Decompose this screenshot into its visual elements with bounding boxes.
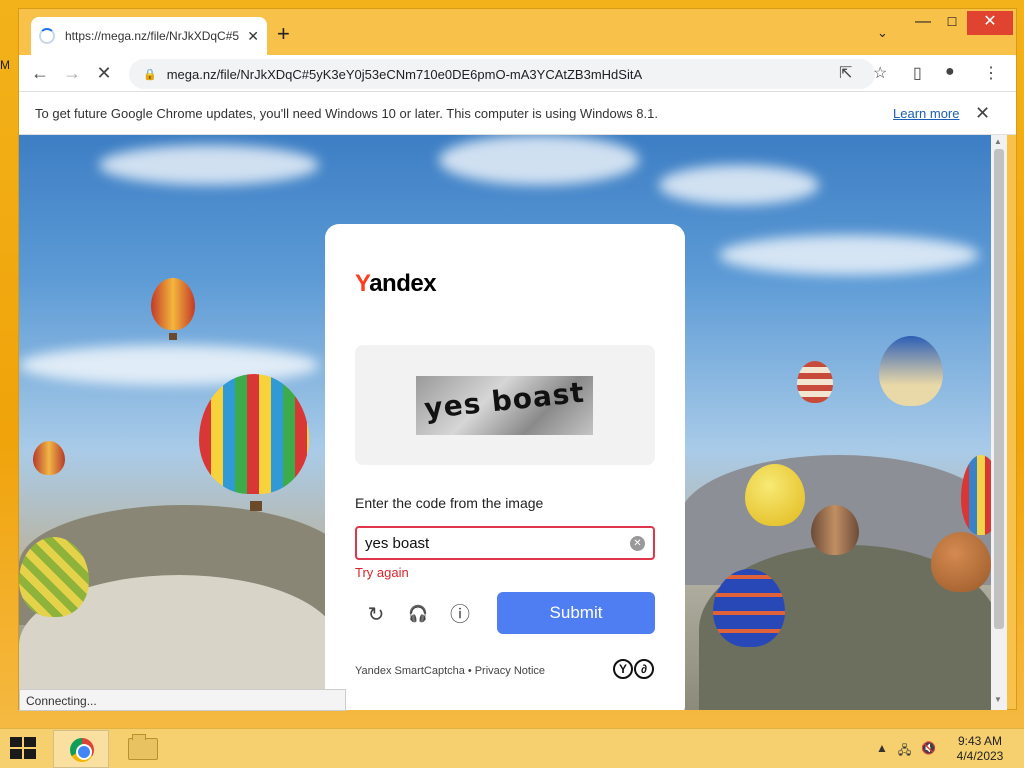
captcha-image-text: yes boast (422, 375, 587, 426)
clock-time: 9:43 AM (957, 734, 1003, 748)
tab-search-icon[interactable]: ⌄ (877, 25, 888, 41)
update-infobar: To get future Google Chrome updates, you… (19, 91, 1016, 135)
captcha-error-message: Try again (355, 565, 409, 580)
captcha-image-container: yes boast (355, 345, 655, 465)
scroll-down-arrow-icon[interactable]: ▼ (994, 695, 1002, 704)
chrome-icon (70, 738, 94, 762)
infobar-message: To get future Google Chrome updates, you… (35, 106, 658, 121)
smartcaptcha-logo-mark: ∂ (634, 659, 654, 679)
balloon-basket (250, 501, 262, 511)
taskbar-file-explorer-button[interactable] (115, 730, 171, 768)
chrome-window: https://mega.nz/file/NrJkXDqC#5 ✕ + ⌄ — … (18, 8, 1017, 711)
menu-kebab-icon[interactable]: ⋮ (983, 63, 999, 83)
captcha-prompt: Enter the code from the image (355, 495, 544, 511)
address-bar[interactable]: 🔒 mega.nz/file/NrJkXDqC#5yK3eY0j53eCNm71… (129, 59, 875, 89)
new-tab-button[interactable]: + (277, 23, 290, 45)
desktop-icon-label: M (0, 58, 10, 72)
loading-spinner-icon (39, 28, 55, 44)
tab-close-icon[interactable]: ✕ (247, 28, 259, 45)
browser-tab[interactable]: https://mega.nz/file/NrJkXDqC#5 ✕ (31, 17, 267, 55)
folder-icon (128, 734, 158, 760)
submit-button[interactable]: Submit (497, 592, 655, 634)
share-icon[interactable]: ⇱ (839, 63, 852, 83)
captcha-image: yes boast (416, 376, 593, 435)
status-bubble: Connecting... (19, 689, 346, 711)
hot-air-balloon (199, 374, 309, 494)
minimize-button[interactable]: — (912, 11, 934, 35)
captcha-input-value[interactable]: yes boast (365, 535, 429, 552)
windows-start-icon[interactable] (10, 737, 38, 761)
cloud-shape (719, 235, 979, 275)
hot-air-balloon (961, 455, 991, 535)
smartcaptcha-link[interactable]: Yandex SmartCaptcha (355, 665, 465, 677)
infobar-close-icon[interactable]: ✕ (975, 103, 990, 124)
cloud-shape (99, 145, 319, 185)
yandex-logo: Yandex (355, 270, 437, 298)
hot-air-balloon (811, 505, 859, 555)
vertical-scrollbar[interactable]: ▲ ▼ (991, 135, 1007, 710)
close-window-button[interactable]: ✕ (967, 11, 1013, 35)
cloud-shape (659, 165, 819, 205)
browser-toolbar: ← → ✕ 🔒 mega.nz/file/NrJkXDqC#5yK3eY0j53… (19, 55, 1016, 91)
system-clock[interactable]: 9:43 AM 4/4/2023 (950, 734, 1010, 764)
clock-date: 4/4/2023 (956, 749, 1004, 763)
scrollbar-thumb[interactable] (994, 149, 1004, 629)
forward-arrow-icon[interactable]: → (61, 63, 83, 83)
hot-air-balloon (33, 441, 65, 475)
captcha-footer: Yandex SmartCaptcha • Privacy Notice (355, 665, 545, 677)
cloud-shape (439, 135, 639, 185)
hot-air-balloon (151, 278, 195, 330)
yandex-logo-rest: andex (369, 270, 437, 297)
captcha-code-input[interactable]: yes boast ✕ (355, 526, 655, 560)
tab-strip: https://mega.nz/file/NrJkXDqC#5 ✕ + ⌄ — … (19, 9, 1016, 55)
network-icon[interactable]: 🖧 (898, 741, 911, 762)
bookmark-star-icon[interactable]: ☆ (873, 63, 887, 83)
taskbar-chrome-button[interactable] (53, 730, 109, 768)
learn-more-link[interactable]: Learn more (893, 106, 959, 121)
hot-air-balloon (19, 537, 89, 617)
volume-muted-icon[interactable]: 🔇 (921, 741, 936, 762)
stop-loading-icon[interactable]: ✕ (93, 63, 115, 83)
yandex-logo-y: Y (355, 270, 370, 297)
captcha-card: Yandex yes boast Enter the code from the… (325, 224, 685, 710)
info-icon[interactable]: ⓘ (447, 602, 473, 628)
tab-title: https://mega.nz/file/NrJkXDqC#5 (65, 29, 240, 43)
profile-avatar-icon[interactable]: ● (945, 63, 955, 81)
clear-input-icon[interactable]: ✕ (630, 536, 645, 551)
hot-air-balloon (797, 361, 833, 403)
taskbar: ▲ 🖧 🔇 9:43 AM 4/4/2023 (0, 728, 1024, 768)
scroll-up-arrow-icon[interactable]: ▲ (994, 137, 1002, 146)
headphones-icon[interactable]: 🎧 (405, 602, 431, 628)
lock-icon[interactable]: 🔒 (143, 68, 157, 81)
back-arrow-icon[interactable]: ← (29, 63, 51, 83)
footer-separator: • (467, 665, 472, 677)
show-hidden-icons-icon[interactable]: ▲ (876, 741, 888, 762)
smartcaptcha-logo: Y ∂ (613, 659, 654, 679)
privacy-notice-link[interactable]: Privacy Notice (475, 665, 545, 677)
hot-air-balloon (879, 336, 943, 406)
balloon-basket (169, 333, 177, 340)
address-url[interactable]: mega.nz/file/NrJkXDqC#5yK3eY0j53eCNm710e… (167, 67, 642, 82)
hot-air-balloon (713, 569, 785, 647)
side-panel-icon[interactable]: ▯ (913, 63, 922, 83)
smartcaptcha-logo-y: Y (613, 659, 633, 679)
system-tray: ▲ 🖧 🔇 (876, 741, 936, 762)
hot-air-balloon (745, 464, 805, 526)
refresh-icon[interactable]: ↻ (363, 602, 389, 628)
maximize-button[interactable]: ☐ (941, 11, 963, 35)
hot-air-balloon (931, 532, 991, 592)
page-viewport: Yandex yes boast Enter the code from the… (19, 135, 991, 710)
